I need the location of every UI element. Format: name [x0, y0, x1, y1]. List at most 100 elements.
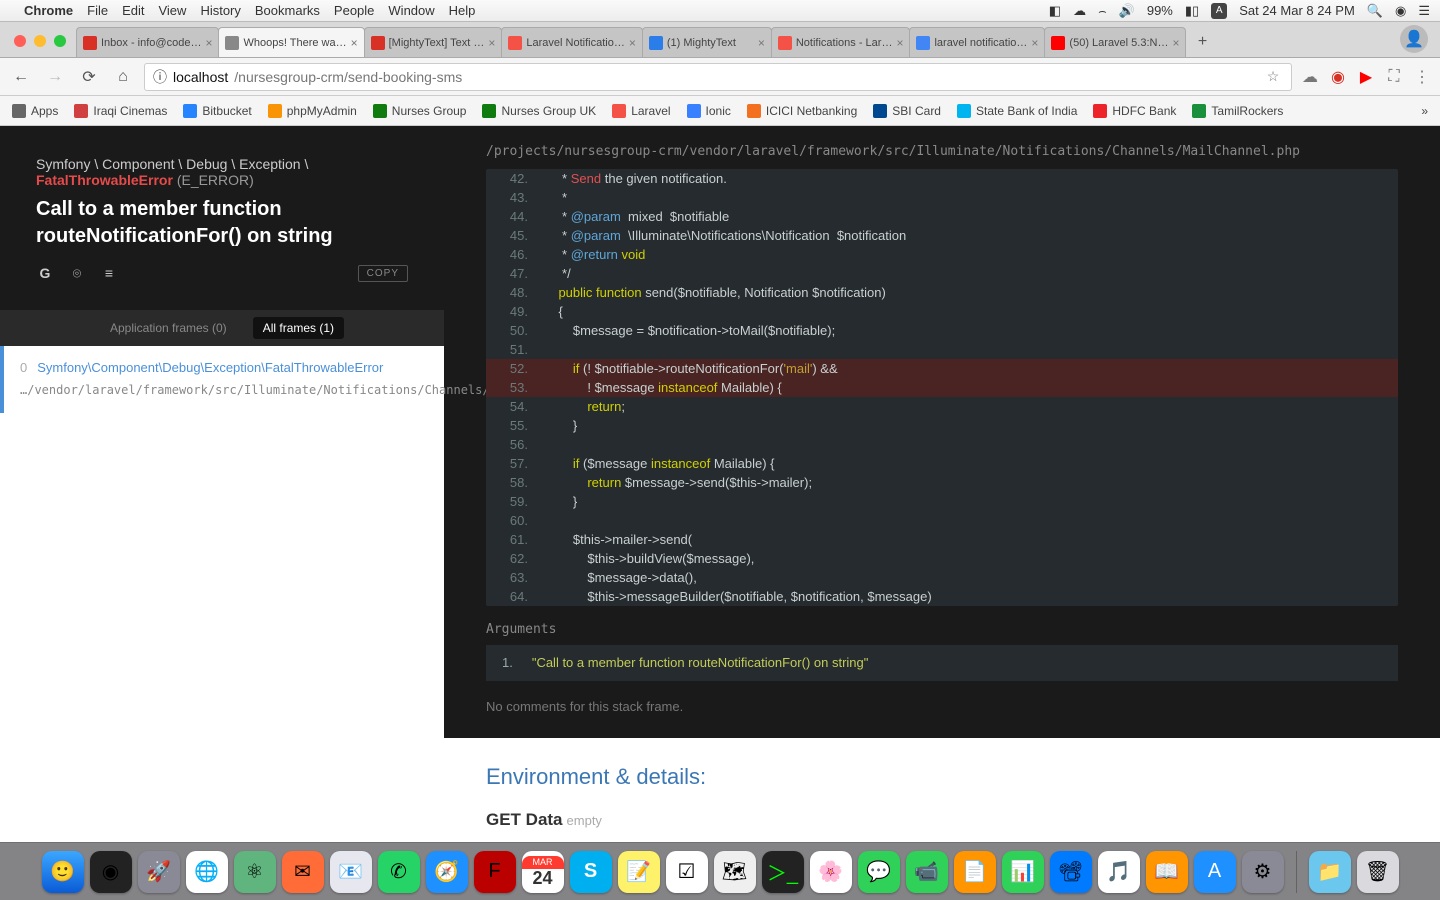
tab-close-icon[interactable]: × — [1172, 36, 1179, 50]
browser-tab[interactable]: Whoops! There wa…× — [218, 27, 364, 57]
dock-photos-icon[interactable]: 🌸 — [810, 851, 852, 893]
siri-icon[interactable]: ◉ — [1395, 3, 1406, 19]
browser-menu-button[interactable]: ⋮ — [1412, 67, 1432, 87]
stackoverflow-icon[interactable]: ≡ — [100, 264, 118, 282]
bookmark-item[interactable]: TamilRockers — [1192, 104, 1283, 118]
bookmark-item[interactable]: Laravel — [612, 104, 670, 118]
tab-close-icon[interactable]: × — [1031, 36, 1038, 50]
browser-tab[interactable]: laravel notificatio…× — [909, 27, 1045, 57]
bookmark-item[interactable]: HDFC Bank — [1093, 104, 1176, 118]
menu-help[interactable]: Help — [449, 3, 476, 18]
tab-close-icon[interactable]: × — [629, 36, 636, 50]
dock-terminal-icon[interactable]: ＞_ — [762, 851, 804, 893]
dock-mail-icon[interactable]: 📧 — [330, 851, 372, 893]
back-button[interactable]: ← — [8, 64, 34, 90]
dock-skype-icon[interactable]: S — [570, 851, 612, 893]
bookmark-item[interactable]: Nurses Group UK — [482, 104, 596, 118]
dock-trash-icon[interactable]: 🗑 — [1357, 851, 1399, 893]
tab-all-frames[interactable]: All frames (1) — [253, 317, 344, 339]
dock-safari-icon[interactable]: 🧭 — [426, 851, 468, 893]
dock-chrome-icon[interactable]: 🌐 — [186, 851, 228, 893]
menu-window[interactable]: Window — [388, 3, 434, 18]
bookmark-item[interactable]: Nurses Group — [373, 104, 467, 118]
bookmark-item[interactable]: SBI Card — [873, 104, 941, 118]
stack-frame[interactable]: 0 Symfony\Component\Debug\Exception\Fata… — [0, 346, 444, 413]
app-badge-icon[interactable]: A — [1211, 3, 1227, 19]
dock-calendar-icon[interactable]: MAR24 — [522, 851, 564, 893]
browser-tab[interactable]: Inbox - info@code…× — [76, 27, 219, 57]
menu-file[interactable]: File — [87, 3, 108, 18]
menu-people[interactable]: People — [334, 3, 374, 18]
menu-bookmarks[interactable]: Bookmarks — [255, 3, 320, 18]
tab-close-icon[interactable]: × — [488, 36, 495, 50]
dock-preferences-icon[interactable]: ⚙ — [1242, 851, 1284, 893]
close-window-button[interactable] — [14, 35, 26, 47]
dock-messages-icon[interactable]: 💬 — [858, 851, 900, 893]
site-info-icon[interactable]: ⓘ — [153, 67, 167, 87]
ext-icon-4[interactable]: ⛶ — [1384, 68, 1404, 86]
link-icon[interactable]: ⌾ — [68, 264, 86, 282]
ext-icon-1[interactable]: ☁ — [1300, 67, 1320, 87]
dock-filezilla-icon[interactable]: F — [474, 851, 516, 893]
browser-tab[interactable]: Notifications - Lar…× — [771, 27, 911, 57]
tab-close-icon[interactable]: × — [351, 36, 358, 50]
dock-reminders-icon[interactable]: ☑ — [666, 851, 708, 893]
ext-icon-2[interactable]: ◉ — [1328, 67, 1348, 87]
dock-notes-icon[interactable]: 📝 — [618, 851, 660, 893]
forward-button[interactable]: → — [42, 64, 68, 90]
tab-application-frames[interactable]: Application frames (0) — [100, 317, 237, 339]
zoom-window-button[interactable] — [54, 35, 66, 47]
bookmark-item[interactable]: ICICI Netbanking — [747, 104, 857, 118]
copy-button[interactable]: COPY — [358, 265, 408, 282]
star-icon[interactable]: ☆ — [1263, 68, 1283, 85]
tab-close-icon[interactable]: × — [758, 36, 765, 50]
reload-button[interactable]: ⟳ — [76, 64, 102, 90]
bookmark-item[interactable]: State Bank of India — [957, 104, 1077, 118]
menu-view[interactable]: View — [158, 3, 186, 18]
new-tab-button[interactable]: + — [1189, 29, 1215, 55]
dock-keynote-icon[interactable]: 📽 — [1050, 851, 1092, 893]
browser-tab[interactable]: (50) Laravel 5.3:N…× — [1044, 27, 1186, 57]
spotlight-icon[interactable]: 🔍 — [1367, 3, 1383, 19]
battery-icon[interactable]: ▮▯ — [1185, 3, 1199, 19]
dock-appstore-icon[interactable]: A — [1194, 851, 1236, 893]
dock-finder-icon[interactable]: 🙂 — [42, 851, 84, 893]
dock-whatsapp-icon[interactable]: ✆ — [378, 851, 420, 893]
dock-ibooks-icon[interactable]: 📖 — [1146, 851, 1188, 893]
dock-atom-icon[interactable]: ⚛ — [234, 851, 276, 893]
status-icon[interactable]: ◧ — [1049, 3, 1061, 19]
profile-avatar[interactable]: 👤 — [1400, 25, 1428, 53]
clock[interactable]: Sat 24 Mar 8 24 PM — [1239, 3, 1355, 18]
volume-icon[interactable]: 🔊 — [1119, 3, 1135, 19]
dock-itunes-icon[interactable]: 🎵 — [1098, 851, 1140, 893]
bookmark-item[interactable]: phpMyAdmin — [268, 104, 357, 118]
dock-downloads-icon[interactable]: 📁 — [1309, 851, 1351, 893]
browser-tab[interactable]: Laravel Notificatio…× — [501, 27, 642, 57]
app-name[interactable]: Chrome — [24, 3, 73, 18]
bookmark-item[interactable]: Ionic — [687, 104, 731, 118]
url-input[interactable]: ⓘ localhost/nursesgroup-crm/send-booking… — [144, 63, 1292, 91]
bookmarks-apps[interactable]: Apps — [12, 104, 58, 118]
dock-facetime-icon[interactable]: 📹 — [906, 851, 948, 893]
bookmark-item[interactable]: Bitbucket — [183, 104, 251, 118]
tab-close-icon[interactable]: × — [896, 36, 903, 50]
dock-numbers-icon[interactable]: 📊 — [1002, 851, 1044, 893]
tab-close-icon[interactable]: × — [205, 36, 212, 50]
google-search-icon[interactable]: G — [36, 264, 54, 282]
browser-tab[interactable]: [MightyText] Text …× — [364, 27, 503, 57]
bookmark-item[interactable]: Iraqi Cinemas — [74, 104, 167, 118]
cloud-icon[interactable]: ☁ — [1073, 3, 1086, 19]
dock-pages-icon[interactable]: 📄 — [954, 851, 996, 893]
bookmarks-overflow[interactable]: » — [1421, 104, 1428, 118]
menu-history[interactable]: History — [200, 3, 240, 18]
home-button[interactable]: ⌂ — [110, 64, 136, 90]
dock-launchpad-icon[interactable]: 🚀 — [138, 851, 180, 893]
minimize-window-button[interactable] — [34, 35, 46, 47]
ext-icon-3[interactable]: ▶ — [1356, 67, 1376, 87]
menu-edit[interactable]: Edit — [122, 3, 144, 18]
dock-siri-icon[interactable]: ◉ — [90, 851, 132, 893]
wifi-icon[interactable]: ⌢ — [1098, 3, 1107, 19]
notifications-icon[interactable]: ☰ — [1418, 3, 1430, 19]
browser-tab[interactable]: (1) MightyText× — [642, 27, 772, 57]
dock-postman-icon[interactable]: ✉ — [282, 851, 324, 893]
